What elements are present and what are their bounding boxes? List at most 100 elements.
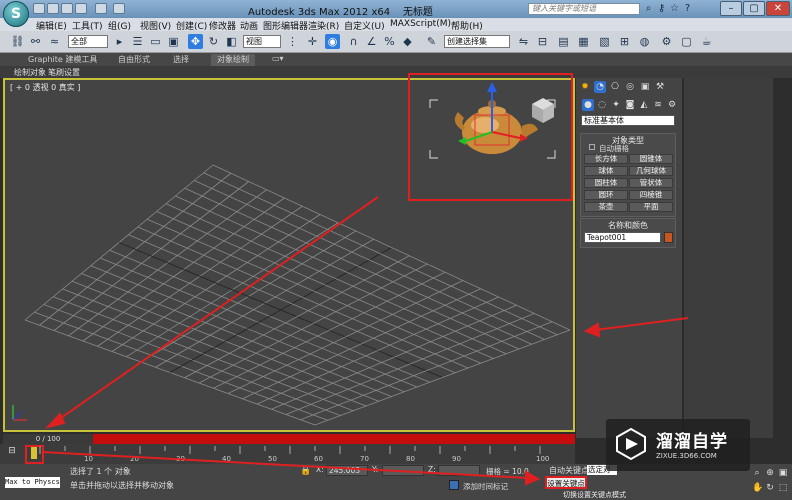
keyboard-shortcut-icon[interactable]: ◉	[325, 34, 340, 49]
modify-tab-icon[interactable]: ◔	[594, 81, 606, 93]
select-object-icon[interactable]: ▸	[112, 34, 127, 49]
manipulate-icon[interactable]: ✛	[305, 34, 320, 49]
app-logo-icon[interactable]: S	[3, 1, 29, 27]
angle-snap-icon[interactable]: ∠	[364, 34, 379, 49]
lock-selection-icon[interactable]: 🔒	[300, 466, 311, 476]
display-tab-icon[interactable]: ▣	[639, 81, 651, 93]
tab-freeform[interactable]: 自由形式	[118, 54, 150, 65]
command-panel-scroll-area[interactable]	[683, 78, 773, 438]
lights-icon[interactable]: ✦	[610, 99, 622, 111]
systems-icon[interactable]: ⚙	[666, 99, 678, 111]
cone-button[interactable]: 圆锥体	[629, 154, 673, 164]
tab-graphite[interactable]: Graphite 建模工具	[28, 54, 97, 65]
open-file-icon[interactable]	[47, 3, 59, 14]
tube-button[interactable]: 管状体	[629, 178, 673, 188]
schematic-view-icon[interactable]: ⊞	[617, 34, 632, 49]
pyramid-button[interactable]: 四棱锥	[629, 190, 673, 200]
window-crossing-icon[interactable]: ▣	[166, 34, 181, 49]
y-coordinate-field[interactable]	[382, 465, 424, 476]
object-name-field[interactable]: Teapot001	[584, 232, 661, 243]
undo-icon[interactable]	[75, 3, 87, 14]
rect-selection-icon[interactable]: ▭	[148, 34, 163, 49]
pan-hand-icon[interactable]: ✋	[752, 483, 763, 493]
geometry-icon[interactable]: ●	[582, 99, 594, 111]
tab-object-paint[interactable]: 对象绘制	[211, 54, 255, 66]
mirror-icon[interactable]: ⇋	[516, 34, 531, 49]
panel-brush-settings[interactable]: 笔刷设置	[48, 67, 80, 78]
project-folder-icon[interactable]	[113, 3, 125, 14]
zoom-icon[interactable]: ⌕	[752, 468, 762, 478]
search-input[interactable]: 键入关键字或短语	[528, 3, 640, 15]
redo-icon[interactable]	[95, 3, 107, 14]
name-color-title[interactable]: 名称和颜色	[581, 220, 675, 231]
cylinder-button[interactable]: 圆柱体	[584, 178, 628, 188]
align-icon[interactable]: ⊟	[535, 34, 550, 49]
snaps-toggle-icon[interactable]: ∩	[346, 34, 361, 49]
zoom-all-icon[interactable]: ⊕	[765, 468, 775, 478]
set-key-button[interactable]: 设置关键点	[545, 476, 587, 489]
perspective-viewport[interactable]: [ + 0 透视 0 真实 ]	[3, 78, 575, 432]
menu-maxscript[interactable]: MAXScript(M)	[390, 19, 451, 29]
maximize-viewport-icon[interactable]: ⬚	[778, 483, 788, 493]
tab-selection[interactable]: 选择	[173, 54, 189, 65]
render-teapot-icon[interactable]: ☕	[699, 34, 714, 49]
track-bar[interactable]: ⊟ 10 20 30 40 50 60 70 80 90 100	[0, 444, 575, 464]
percent-snap-icon[interactable]: %	[382, 34, 397, 49]
space-warps-icon[interactable]: ≋	[652, 99, 664, 111]
zoom-extents-icon[interactable]: ▣	[778, 468, 788, 478]
subscription-icon[interactable]: ⚷	[656, 3, 667, 14]
pivot-center-icon[interactable]: ⋮	[285, 34, 300, 49]
reference-coord-dropdown[interactable]: 视图	[243, 35, 281, 48]
auto-key-button[interactable]: 自动关键点	[549, 465, 589, 476]
select-by-name-icon[interactable]: ☰	[130, 34, 145, 49]
orbit-icon[interactable]: ↻	[765, 483, 775, 493]
layer-manager-icon[interactable]: ▤	[556, 34, 571, 49]
plane-button[interactable]: 平面	[629, 202, 673, 212]
time-slider-thumb[interactable]: 0 / 100	[3, 434, 93, 444]
maxscript-listener[interactable]: Max to Physcs C	[5, 477, 60, 488]
add-time-tag[interactable]: 添加时间标记	[463, 481, 508, 492]
autogrid-box[interactable]	[589, 144, 595, 150]
z-coordinate-field[interactable]	[438, 465, 480, 476]
help-icon[interactable]: ?	[682, 3, 693, 14]
close-button[interactable]: ✕	[766, 1, 790, 16]
bind-space-warp-icon[interactable]: ≈	[47, 34, 62, 49]
panel-paint-objects[interactable]: 绘制对象	[14, 67, 46, 78]
search-icon[interactable]: ⌕	[643, 3, 654, 14]
helpers-icon[interactable]: ◭	[638, 99, 650, 111]
maximize-button[interactable]: ▢	[743, 1, 765, 16]
new-file-icon[interactable]	[33, 3, 45, 14]
teapot-button[interactable]: 茶壶	[584, 202, 628, 212]
create-tab-icon[interactable]: ✹	[579, 81, 591, 93]
shapes-icon[interactable]: ◌	[596, 99, 608, 111]
torus-button[interactable]: 圆环	[584, 190, 628, 200]
box-button[interactable]: 长方体	[584, 154, 628, 164]
render-setup-icon[interactable]: ⚙	[659, 34, 674, 49]
save-file-icon[interactable]	[61, 3, 73, 14]
minimize-button[interactable]: –	[720, 1, 742, 16]
link-icon[interactable]: ⛓	[10, 34, 25, 49]
selection-filter-dropdown[interactable]: 全部	[68, 35, 108, 48]
hierarchy-tab-icon[interactable]: ⎔	[609, 81, 621, 93]
x-coordinate-field[interactable]: 245.003	[326, 465, 368, 476]
communication-icon[interactable]: ☆	[669, 3, 680, 14]
add-time-tag-icon[interactable]	[449, 480, 459, 490]
select-scale-icon[interactable]: ◧	[224, 34, 239, 49]
rendered-frame-icon[interactable]: ▢	[679, 34, 694, 49]
autogrid-checkbox[interactable]: 自动栅格	[589, 143, 629, 154]
sphere-button[interactable]: 球体	[584, 166, 628, 176]
named-selection-dropdown[interactable]: 创建选择集	[444, 35, 510, 48]
ribbon-options-icon[interactable]: ▭▾	[272, 54, 284, 63]
select-rotate-icon[interactable]: ↻	[206, 34, 221, 49]
motion-tab-icon[interactable]: ◎	[624, 81, 636, 93]
primitive-type-dropdown[interactable]: 标准基本体	[581, 115, 675, 126]
unlink-icon[interactable]: ⚯	[28, 34, 43, 49]
material-editor-icon[interactable]: ◍	[637, 34, 652, 49]
geosphere-button[interactable]: 几何球体	[629, 166, 673, 176]
edit-named-selection-icon[interactable]: ✎	[424, 34, 439, 49]
time-slider[interactable]: 0 / 100	[3, 434, 575, 444]
cameras-icon[interactable]: ◙	[624, 99, 636, 111]
select-move-icon[interactable]: ✥	[188, 34, 203, 49]
spinner-snap-icon[interactable]: ◆	[400, 34, 415, 49]
object-color-swatch[interactable]	[664, 232, 673, 243]
